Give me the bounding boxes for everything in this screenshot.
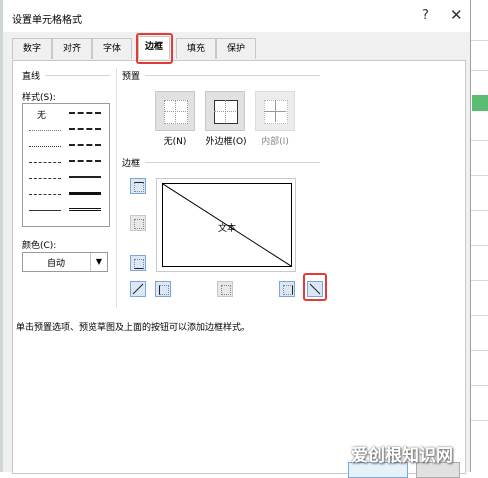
line-style-none[interactable]: 无	[37, 108, 46, 121]
watermark-text: 爱创根知识网	[351, 446, 453, 466]
line-style-medium-dashed[interactable]	[69, 160, 101, 162]
preset-inside-icon	[264, 100, 288, 124]
preview-text: 文本	[217, 224, 236, 234]
line-style-medium-dash-dot[interactable]	[69, 144, 101, 146]
sheet-gridline	[470, 40, 488, 41]
style-label: 样式(S):	[22, 93, 56, 103]
border-group-label: 边框	[122, 159, 141, 169]
line-style-slant-dash-dot[interactable]	[69, 128, 101, 130]
diagonal-up-icon	[132, 283, 144, 295]
presets-separator	[145, 75, 320, 76]
sheet-gridline	[470, 175, 488, 176]
preset-outline-button[interactable]	[205, 91, 245, 131]
line-style-dash-dot-dot[interactable]	[29, 162, 61, 163]
sheet-gridline	[470, 245, 488, 246]
instruction-text: 单击预置选项、预览草图及上面的按钮可以添加边框样式。	[16, 323, 251, 333]
border-right-button[interactable]	[279, 281, 295, 297]
preset-outline-label: 外边框(O)	[205, 137, 247, 147]
border-top-button[interactable]	[130, 178, 146, 194]
border-top-icon	[134, 182, 144, 192]
preset-outline-icon	[214, 100, 238, 124]
border-left-icon	[159, 285, 169, 295]
help-icon[interactable]: ?	[422, 8, 429, 23]
vertical-divider	[116, 68, 117, 308]
line-style-double[interactable]	[69, 208, 101, 211]
border-inside-horizontal-icon	[134, 219, 144, 229]
tab-number[interactable]: 数字	[12, 38, 52, 59]
color-label: 颜色(C):	[22, 241, 57, 251]
sheet-gridline	[470, 140, 488, 141]
preset-none-button[interactable]	[155, 91, 195, 131]
preview-cell[interactable]: 文本	[162, 183, 292, 267]
close-icon[interactable]: ✕	[450, 6, 463, 24]
sheet-gridline	[470, 280, 488, 281]
border-bottom-button[interactable]	[130, 255, 146, 271]
sheet-gridline	[470, 315, 488, 316]
line-style-thick[interactable]	[69, 192, 101, 195]
tab-font[interactable]: 字体	[92, 38, 132, 59]
color-select[interactable]: 自动 ▼	[22, 252, 108, 272]
border-group-separator	[145, 162, 320, 163]
presets-group-label: 预置	[122, 72, 141, 82]
preset-none-icon	[164, 100, 188, 124]
preset-inside-label: 内部(I)	[261, 137, 289, 147]
chevron-down-icon[interactable]: ▼	[90, 253, 107, 271]
line-style-hair[interactable]	[29, 130, 61, 131]
tab-alignment[interactable]: 对齐	[52, 38, 92, 59]
line-group-separator	[45, 75, 110, 76]
tab-highlight-box	[136, 33, 173, 64]
line-style-thin[interactable]	[29, 210, 61, 211]
sheet-gridline	[470, 70, 488, 71]
border-right-icon	[283, 285, 293, 295]
line-style-dotted[interactable]	[29, 146, 61, 147]
border-diagonal-up-button[interactable]	[130, 281, 146, 297]
dialog-title: 设置单元格格式	[12, 15, 82, 26]
tab-fill[interactable]: 填充	[176, 38, 216, 59]
sheet-gridline	[470, 420, 488, 421]
tab-protection[interactable]: 保护	[216, 38, 256, 59]
preset-none-label: 无(N)	[163, 137, 187, 147]
color-select-value: 自动	[46, 259, 65, 269]
sheet-gridline	[470, 210, 488, 211]
line-style-medium-dash-dot-dot[interactable]	[69, 112, 101, 114]
line-style-list[interactable]: 无	[22, 103, 110, 227]
sheet-gridline	[470, 385, 488, 386]
line-group-label: 直线	[22, 72, 41, 82]
line-style-medium[interactable]	[69, 176, 101, 178]
border-inside-horizontal-button[interactable]	[130, 215, 146, 231]
border-inside-vertical-button[interactable]	[217, 281, 233, 297]
sheet-cell-green	[472, 95, 488, 111]
sheet-gridline	[470, 350, 488, 351]
preset-inside-button[interactable]	[255, 91, 295, 131]
line-style-dashed[interactable]	[29, 194, 61, 195]
border-bottom-icon	[134, 259, 144, 269]
border-left-button[interactable]	[155, 281, 171, 297]
line-style-dash-dot[interactable]	[29, 178, 61, 179]
border-inside-vertical-icon	[221, 285, 231, 295]
diagonal-button-highlight-box	[303, 273, 327, 301]
